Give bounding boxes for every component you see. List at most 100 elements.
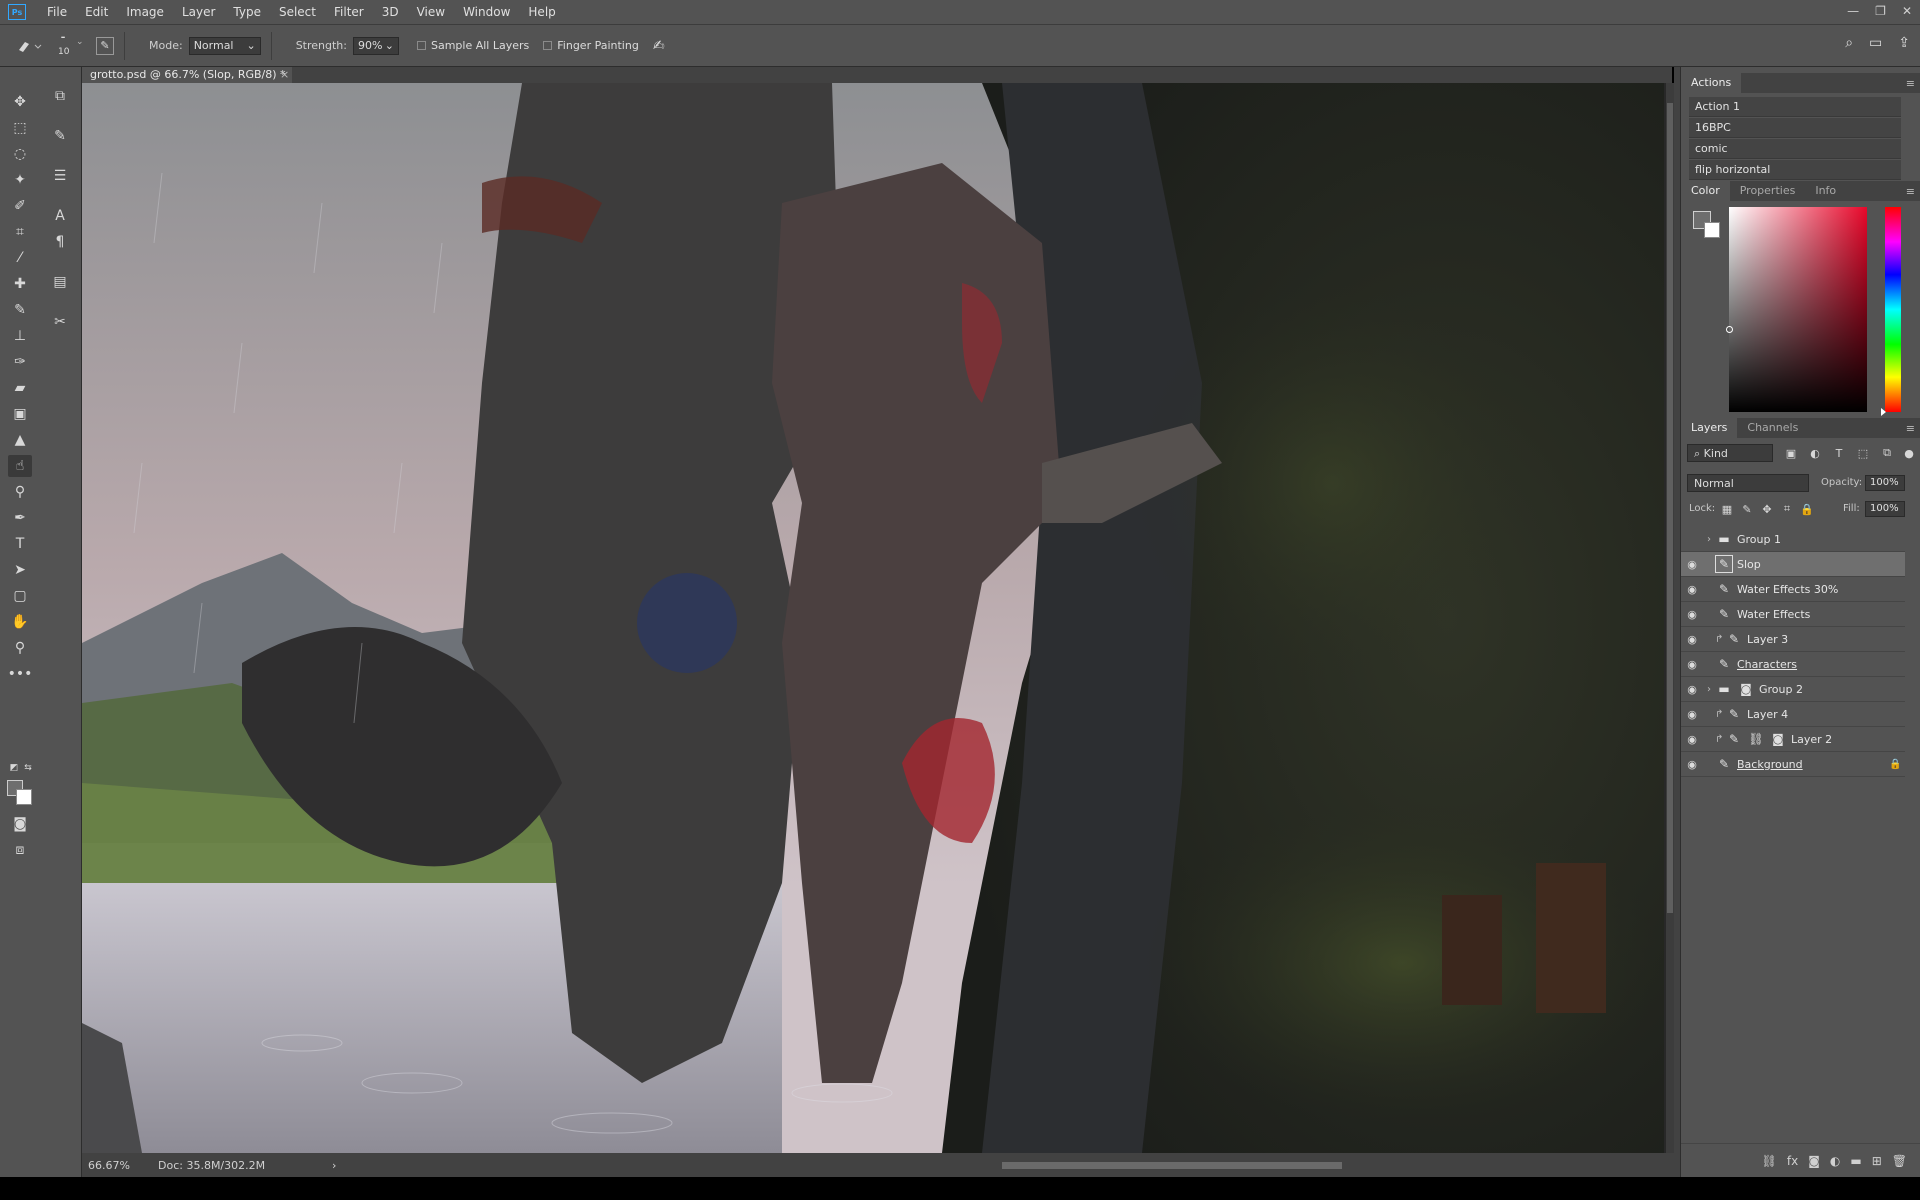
- menu-select[interactable]: Select: [270, 0, 325, 24]
- visibility-eye-icon[interactable]: ◉: [1681, 558, 1703, 571]
- tool-preset-picker[interactable]: [10, 31, 50, 61]
- menu-help[interactable]: Help: [519, 0, 564, 24]
- history-brush-tool-icon[interactable]: ✑: [8, 351, 32, 373]
- layer-row-layer-3[interactable]: ◉ ↱ ✎ Layer 3: [1681, 627, 1905, 652]
- lock-pixels-icon[interactable]: ✎: [1739, 501, 1755, 517]
- filter-toggle-icon[interactable]: ●: [1901, 445, 1917, 461]
- panel-menu-icon[interactable]: ≡: [1906, 77, 1915, 90]
- tool-presets-panel-icon[interactable]: ✂: [48, 311, 72, 333]
- menu-image[interactable]: Image: [117, 0, 173, 24]
- menu-type[interactable]: Type: [224, 0, 270, 24]
- expand-arrow-icon[interactable]: ›: [1703, 684, 1715, 695]
- visibility-eye-icon[interactable]: ◉: [1681, 583, 1703, 596]
- color-picker-ring[interactable]: [1726, 326, 1733, 333]
- vertical-scrollbar[interactable]: [1666, 83, 1674, 1153]
- blur-tool-icon[interactable]: ▲: [8, 429, 32, 451]
- vertical-scroll-thumb[interactable]: [1667, 103, 1673, 913]
- lock-all-icon[interactable]: 🔒: [1799, 501, 1815, 517]
- lock-artboard-icon[interactable]: ⌗: [1779, 501, 1795, 517]
- new-layer-icon[interactable]: ⊞: [1872, 1154, 1882, 1168]
- tab-info[interactable]: Info: [1805, 181, 1846, 201]
- brush-tool-icon[interactable]: ✎: [8, 299, 32, 321]
- adjustments-panel-icon[interactable]: ☰: [48, 165, 72, 187]
- character-panel-icon[interactable]: A: [48, 205, 72, 227]
- filter-type-icon[interactable]: T: [1831, 445, 1847, 461]
- menu-edit[interactable]: Edit: [76, 0, 117, 24]
- more-tools-icon[interactable]: •••: [8, 663, 33, 685]
- filter-smart-object-icon[interactable]: ⧉: [1879, 445, 1895, 461]
- hue-slider[interactable]: [1885, 207, 1901, 412]
- screen-mode-icon[interactable]: ⧈: [8, 839, 32, 861]
- add-mask-icon[interactable]: ◙: [1808, 1154, 1820, 1168]
- history-panel-icon[interactable]: ⧉: [48, 85, 72, 107]
- color-background-swatch[interactable]: [1704, 222, 1720, 238]
- gradient-tool-icon[interactable]: ▣: [8, 403, 32, 425]
- layer-row-characters[interactable]: ◉ ✎ Characters: [1681, 652, 1905, 677]
- visibility-eye-icon[interactable]: ◉: [1681, 658, 1703, 671]
- layer-filter-select[interactable]: ⌕ Kind: [1687, 444, 1773, 462]
- shape-tool-icon[interactable]: ▢: [8, 585, 32, 607]
- action-item[interactable]: Action 1: [1689, 97, 1901, 117]
- horizontal-scroll-thumb[interactable]: [1002, 1162, 1342, 1169]
- filter-pixel-icon[interactable]: ▣: [1783, 445, 1799, 461]
- clone-stamp-tool-icon[interactable]: ⊥: [8, 325, 32, 347]
- visibility-eye-icon[interactable]: ◉: [1681, 608, 1703, 621]
- zoom-level[interactable]: 66.67%: [88, 1159, 158, 1172]
- menu-layer[interactable]: Layer: [173, 0, 224, 24]
- brush-panel-icon[interactable]: ✎: [48, 125, 72, 147]
- close-tab-icon[interactable]: ×: [280, 67, 289, 83]
- artwork-canvas[interactable]: [82, 83, 1664, 1153]
- canvas-area[interactable]: [82, 83, 1672, 1153]
- search-icon[interactable]: ⌕: [1845, 35, 1853, 51]
- eraser-tool-icon[interactable]: ▰: [8, 377, 32, 399]
- menu-view[interactable]: View: [408, 0, 454, 24]
- move-tool-icon[interactable]: ✥: [8, 91, 32, 113]
- pen-tool-icon[interactable]: ✒: [8, 507, 32, 529]
- visibility-eye-icon[interactable]: ◉: [1681, 633, 1703, 646]
- tab-layers[interactable]: Layers: [1681, 418, 1738, 438]
- menu-filter[interactable]: Filter: [325, 0, 373, 24]
- quick-mask-icon[interactable]: ◙: [8, 813, 32, 835]
- opacity-input[interactable]: 100%: [1865, 475, 1905, 491]
- zoom-tool-icon[interactable]: ⚲: [8, 637, 32, 659]
- filter-shape-icon[interactable]: ⬚: [1855, 445, 1871, 461]
- visibility-eye-icon[interactable]: ●: [1681, 533, 1703, 546]
- layer-row-background[interactable]: ◉ ✎ Background 🔒: [1681, 752, 1905, 777]
- filter-adjustment-icon[interactable]: ◐: [1807, 445, 1823, 461]
- adjustment-layer-icon[interactable]: ◐: [1830, 1154, 1840, 1168]
- panel-menu-icon[interactable]: ≡: [1906, 422, 1915, 435]
- path-selection-tool-icon[interactable]: ➤: [8, 559, 32, 581]
- visibility-eye-icon[interactable]: ◉: [1681, 733, 1703, 746]
- crop-tool-icon[interactable]: ⌗: [8, 221, 32, 243]
- workspace-icon[interactable]: ▭: [1869, 35, 1882, 51]
- type-tool-icon[interactable]: T: [8, 533, 32, 555]
- marquee-tool-icon[interactable]: ⬚: [8, 117, 32, 139]
- menu-window[interactable]: Window: [454, 0, 519, 24]
- visibility-eye-icon[interactable]: ◉: [1681, 758, 1703, 771]
- document-tab[interactable]: grotto.psd @ 66.7% (Slop, RGB/8) *: [82, 67, 292, 83]
- hand-tool-icon[interactable]: ✋: [8, 611, 32, 633]
- brush-panel-toggle[interactable]: ✎: [96, 36, 114, 55]
- horizontal-scrollbar[interactable]: [422, 1160, 1732, 1170]
- tab-color[interactable]: Color: [1681, 181, 1730, 201]
- lock-transparent-icon[interactable]: ▦: [1719, 501, 1735, 517]
- pressure-toggle[interactable]: ✍: [653, 38, 665, 54]
- action-item[interactable]: comic: [1689, 139, 1901, 159]
- visibility-eye-icon[interactable]: ◉: [1681, 708, 1703, 721]
- tab-actions[interactable]: Actions: [1681, 73, 1742, 93]
- finger-painting-checkbox[interactable]: [543, 41, 553, 50]
- restore-button[interactable]: ❐: [1875, 0, 1886, 22]
- tab-channels[interactable]: Channels: [1737, 418, 1808, 438]
- lasso-tool-icon[interactable]: ◌: [8, 143, 32, 165]
- trash-icon[interactable]: 🗑: [1892, 1154, 1907, 1168]
- blend-mode-select[interactable]: Normal: [1687, 474, 1809, 492]
- visibility-eye-icon[interactable]: ◉: [1681, 683, 1703, 696]
- menu-file[interactable]: File: [38, 0, 76, 24]
- fill-input[interactable]: 100%: [1865, 501, 1905, 517]
- strength-input[interactable]: 90% ⌄: [352, 36, 399, 55]
- layer-row-water-effects[interactable]: ◉ ✎ Water Effects: [1681, 602, 1905, 627]
- sample-all-layers-checkbox[interactable]: [416, 41, 426, 50]
- fx-icon[interactable]: fx: [1787, 1154, 1798, 1168]
- background-color-swatch[interactable]: [16, 789, 32, 805]
- eyedropper-tool-icon[interactable]: ⁄: [8, 247, 32, 269]
